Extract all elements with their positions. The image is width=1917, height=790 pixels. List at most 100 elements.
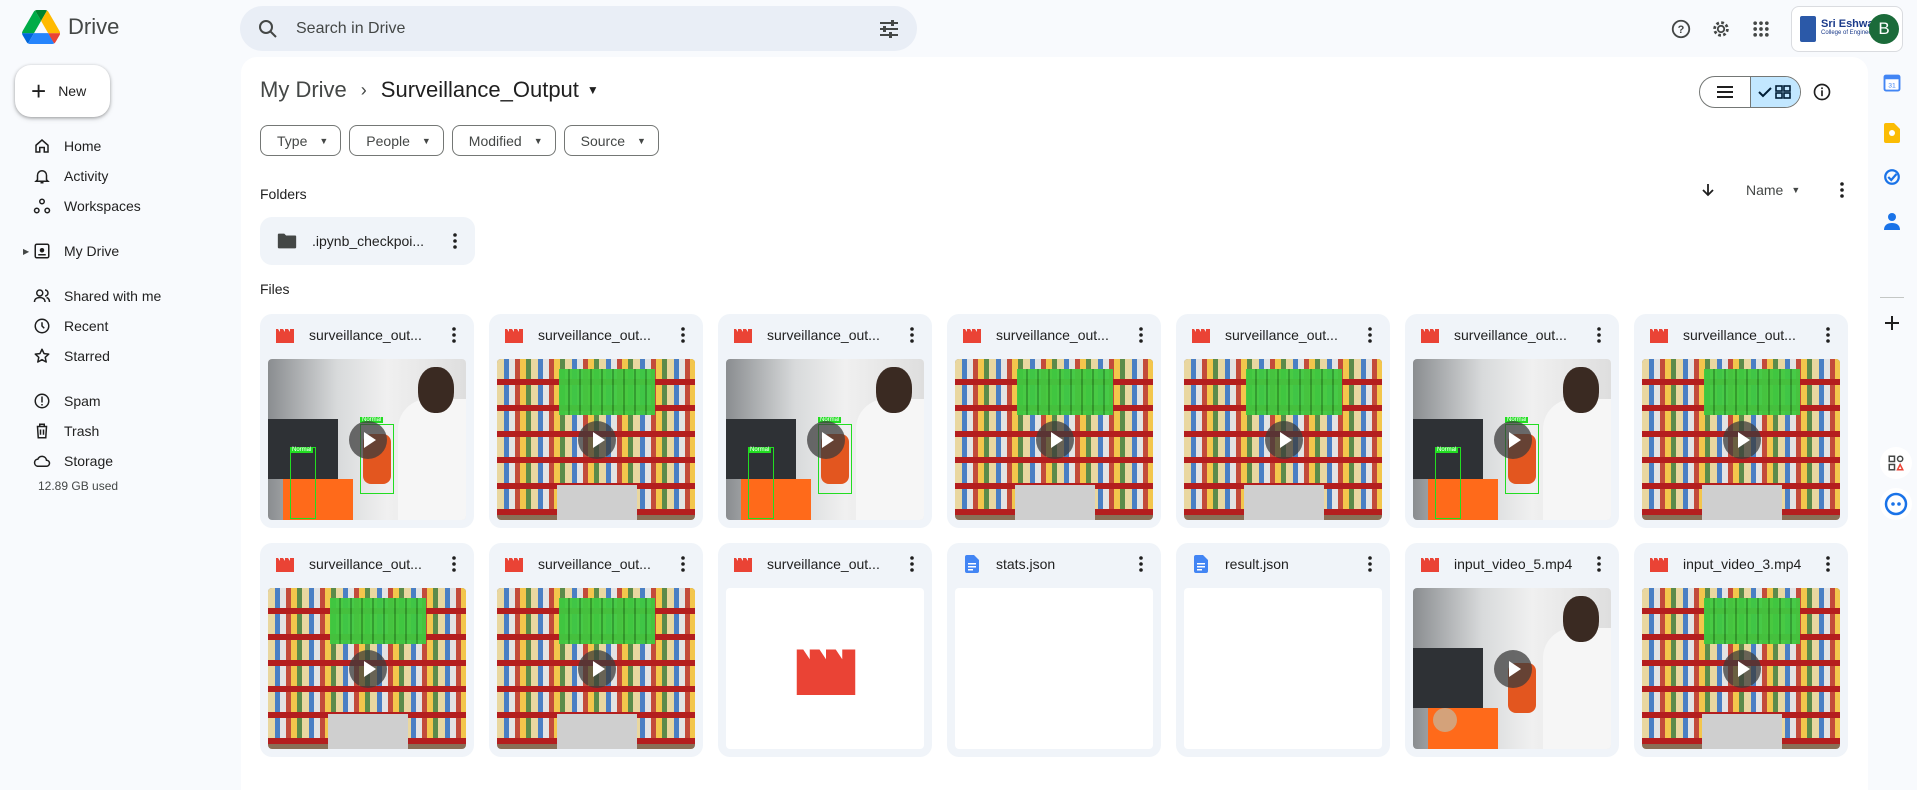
assistant-bot-icon[interactable] xyxy=(1880,488,1912,520)
more-vert-icon[interactable] xyxy=(1358,552,1382,576)
file-card[interactable]: input_video_3.mp4 xyxy=(1634,543,1848,757)
folder-card[interactable]: .ipynb_checkpoi... xyxy=(260,217,475,265)
file-card[interactable]: surveillance_out... Normal Normal xyxy=(1405,314,1619,528)
file-thumbnail[interactable] xyxy=(1184,588,1382,749)
sidebar-item-trash[interactable]: Trash xyxy=(16,416,231,446)
shapes-addon-icon[interactable] xyxy=(1880,447,1912,479)
filter-modified[interactable]: Modified ▼ xyxy=(451,125,556,156)
filter-type[interactable]: Type ▼ xyxy=(260,125,342,156)
keep-icon[interactable] xyxy=(1881,122,1903,144)
play-icon[interactable] xyxy=(807,421,845,459)
help-icon[interactable]: ? xyxy=(1661,9,1701,49)
list-view-button[interactable] xyxy=(1700,77,1750,107)
breadcrumb-root[interactable]: My Drive xyxy=(260,77,347,103)
sort-direction-arrow-icon[interactable] xyxy=(1696,178,1720,202)
filter-people[interactable]: People ▼ xyxy=(349,125,444,156)
play-icon[interactable] xyxy=(1036,421,1074,459)
sidebar-item-starred[interactable]: Starred xyxy=(16,341,231,371)
search-input[interactable]: Search in Drive xyxy=(296,20,877,38)
file-card[interactable]: surveillance_out... Normal Normal xyxy=(260,314,474,528)
file-thumbnail[interactable]: Normal Normal xyxy=(726,359,924,520)
drive-logo-icon xyxy=(22,10,60,44)
file-card[interactable]: surveillance_out... xyxy=(260,543,474,757)
file-card[interactable]: stats.json xyxy=(947,543,1161,757)
info-icon[interactable] xyxy=(1809,79,1835,105)
file-card[interactable]: surveillance_out... xyxy=(1634,314,1848,528)
more-vert-icon[interactable] xyxy=(1129,552,1153,576)
file-card-header: surveillance_out... xyxy=(718,543,932,585)
more-vert-icon[interactable] xyxy=(1830,178,1854,202)
sidebar-item-label: Workspaces xyxy=(64,198,141,214)
svg-text:?: ? xyxy=(1678,24,1685,36)
file-thumbnail[interactable] xyxy=(1184,359,1382,520)
sidebar-item-recent[interactable]: Recent xyxy=(16,311,231,341)
file-card[interactable]: surveillance_out... xyxy=(1176,314,1390,528)
file-thumbnail[interactable] xyxy=(955,588,1153,749)
search-options-icon[interactable] xyxy=(877,17,901,41)
sidebar-item-home[interactable]: Home xyxy=(16,131,231,161)
file-thumbnail[interactable] xyxy=(497,359,695,520)
tasks-icon[interactable] xyxy=(1881,166,1903,188)
folders-heading: Folders xyxy=(260,186,307,202)
file-card[interactable]: result.json xyxy=(1176,543,1390,757)
more-vert-icon[interactable] xyxy=(443,229,467,253)
contacts-icon[interactable] xyxy=(1881,210,1903,232)
file-card[interactable]: surveillance_out... xyxy=(947,314,1161,528)
apps-grid-icon[interactable] xyxy=(1741,9,1781,49)
more-vert-icon[interactable] xyxy=(671,323,695,347)
search-icon[interactable] xyxy=(256,17,280,41)
file-thumbnail[interactable]: Normal Normal xyxy=(1413,359,1611,520)
sidebar-item-activity[interactable]: Activity xyxy=(16,161,231,191)
file-thumbnail[interactable] xyxy=(1642,359,1840,520)
sidebar-item-my-drive[interactable]: My Drive xyxy=(16,236,231,266)
more-vert-icon[interactable] xyxy=(900,552,924,576)
more-vert-icon[interactable] xyxy=(442,323,466,347)
video-file-icon xyxy=(962,325,982,345)
add-addon-plus-icon[interactable] xyxy=(1881,312,1903,334)
avatar[interactable]: B xyxy=(1869,14,1899,44)
file-thumbnail[interactable] xyxy=(1642,588,1840,749)
file-card[interactable]: surveillance_out... xyxy=(718,543,932,757)
sidebar-item-shared-with-me[interactable]: Shared with me xyxy=(16,281,231,311)
file-thumbnail[interactable] xyxy=(726,588,924,749)
file-card[interactable]: surveillance_out... Normal Normal xyxy=(718,314,932,528)
more-vert-icon[interactable] xyxy=(1816,552,1840,576)
more-vert-icon[interactable] xyxy=(1587,323,1611,347)
file-thumbnail[interactable] xyxy=(955,359,1153,520)
more-vert-icon[interactable] xyxy=(442,552,466,576)
sidebar-item-workspaces[interactable]: Workspaces xyxy=(16,191,231,221)
sidebar-item-storage[interactable]: Storage xyxy=(16,446,231,476)
file-thumbnail[interactable]: Normal Normal xyxy=(268,359,466,520)
more-vert-icon[interactable] xyxy=(671,552,695,576)
more-vert-icon[interactable] xyxy=(1358,323,1382,347)
breadcrumb-current[interactable]: Surveillance_Output ▼ xyxy=(381,77,599,103)
more-vert-icon[interactable] xyxy=(1587,552,1611,576)
settings-gear-icon[interactable] xyxy=(1701,9,1741,49)
play-icon[interactable] xyxy=(1494,421,1532,459)
play-icon[interactable] xyxy=(578,650,616,688)
file-card[interactable]: input_video_5.mp4 xyxy=(1405,543,1619,757)
file-thumbnail[interactable] xyxy=(497,588,695,749)
play-icon[interactable] xyxy=(1265,421,1303,459)
play-icon[interactable] xyxy=(578,421,616,459)
file-card[interactable]: surveillance_out... xyxy=(489,543,703,757)
more-vert-icon[interactable] xyxy=(1129,323,1153,347)
sidebar-item-spam[interactable]: Spam xyxy=(16,386,231,416)
drive-logo[interactable]: Drive xyxy=(22,10,119,44)
filter-source[interactable]: Source ▼ xyxy=(563,125,659,156)
new-button[interactable]: + New xyxy=(15,65,110,117)
sort-by-name-button[interactable]: Name ▼ xyxy=(1746,182,1800,198)
search-bar[interactable]: Search in Drive xyxy=(240,6,917,51)
calendar-icon[interactable]: 31 xyxy=(1881,72,1903,94)
play-icon[interactable] xyxy=(1723,421,1761,459)
play-icon[interactable] xyxy=(349,650,387,688)
file-thumbnail[interactable] xyxy=(268,588,466,749)
more-vert-icon[interactable] xyxy=(900,323,924,347)
file-card[interactable]: surveillance_out... xyxy=(489,314,703,528)
play-icon[interactable] xyxy=(349,421,387,459)
more-vert-icon[interactable] xyxy=(1816,323,1840,347)
file-thumbnail[interactable] xyxy=(1413,588,1611,749)
play-icon[interactable] xyxy=(1723,650,1761,688)
play-icon[interactable] xyxy=(1494,650,1532,688)
grid-view-button[interactable] xyxy=(1749,77,1800,107)
